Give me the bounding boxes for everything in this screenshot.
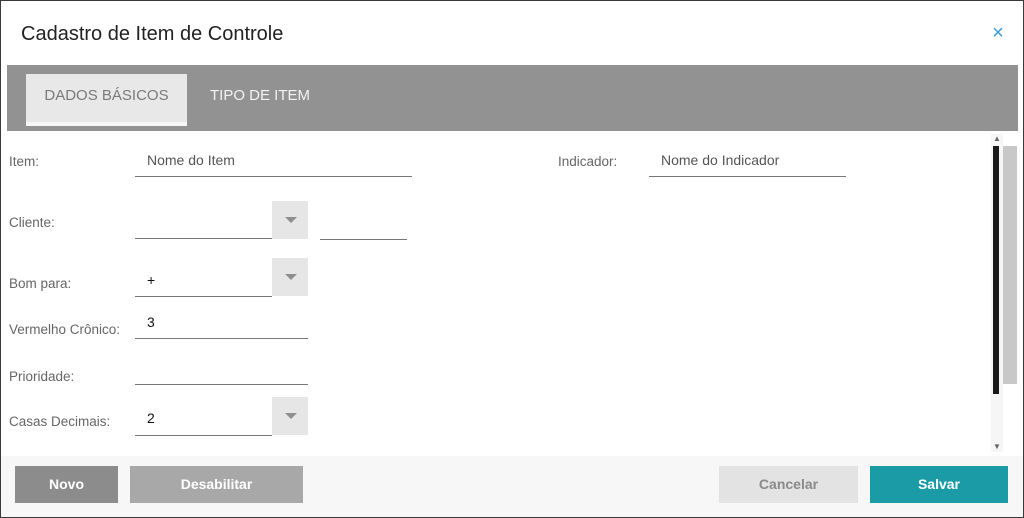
tab-tipo-de-item[interactable]: TIPO DE ITEM (201, 74, 319, 122)
casas-decimais-label: Casas Decimais: (9, 414, 111, 429)
tab-dados-basicos[interactable]: DADOS BÁSICOS (26, 74, 187, 126)
scrollbar[interactable]: ▲ ▼ (991, 134, 1003, 452)
cliente-code-input[interactable] (320, 239, 407, 240)
bom-para-underline (135, 296, 272, 297)
vermelho-cronico-input[interactable]: 3 (147, 314, 155, 330)
dialog: Cadastro de Item de Controle × DADOS BÁS… (0, 0, 1024, 518)
scroll-down-icon[interactable]: ▼ (991, 442, 1003, 452)
prioridade-underline (135, 384, 308, 385)
salvar-button[interactable]: Salvar (870, 466, 1008, 503)
casas-decimais-dropdown-button[interactable] (272, 397, 308, 435)
dialog-title: Cadastro de Item de Controle (21, 23, 284, 45)
cliente-dropdown-button[interactable] (272, 201, 308, 239)
tab-bar: DADOS BÁSICOS TIPO DE ITEM (7, 65, 1018, 131)
novo-button[interactable]: Novo (15, 466, 118, 503)
indicador-label: Indicador: (558, 154, 618, 169)
desabilitar-button[interactable]: Desabilitar (130, 466, 303, 503)
prioridade-label: Prioridade: (9, 369, 75, 384)
cliente-label: Cliente: (9, 215, 55, 230)
scrollbar-thumb[interactable] (993, 146, 999, 394)
vermelho-cronico-label: Vermelho Crônico: (9, 322, 121, 337)
vermelho-cronico-underline (135, 338, 308, 339)
indicador-input[interactable]: Nome do Indicador (661, 152, 779, 168)
casas-decimais-underline (135, 435, 272, 436)
bom-para-dropdown-button[interactable] (272, 258, 308, 296)
outer-scrollbar-thumb[interactable] (1003, 146, 1017, 384)
scroll-up-icon[interactable]: ▲ (991, 134, 1003, 144)
cancelar-button[interactable]: Cancelar (719, 466, 858, 503)
close-icon[interactable]: × (988, 23, 1008, 43)
item-input[interactable]: Nome do Item (147, 152, 235, 168)
casas-decimais-select[interactable]: 2 (147, 410, 155, 426)
item-label: Item: (9, 154, 40, 169)
form-content: Item: Nome do Item Indicador: Nome do In… (7, 134, 991, 452)
bom-para-label: Bom para: (9, 276, 72, 291)
bom-para-select[interactable]: + (147, 272, 155, 288)
indicador-underline (649, 176, 846, 177)
dialog-footer: Novo Desabilitar Cancelar Salvar (1, 456, 1023, 517)
item-underline (135, 176, 412, 177)
cliente-underline (135, 238, 272, 239)
